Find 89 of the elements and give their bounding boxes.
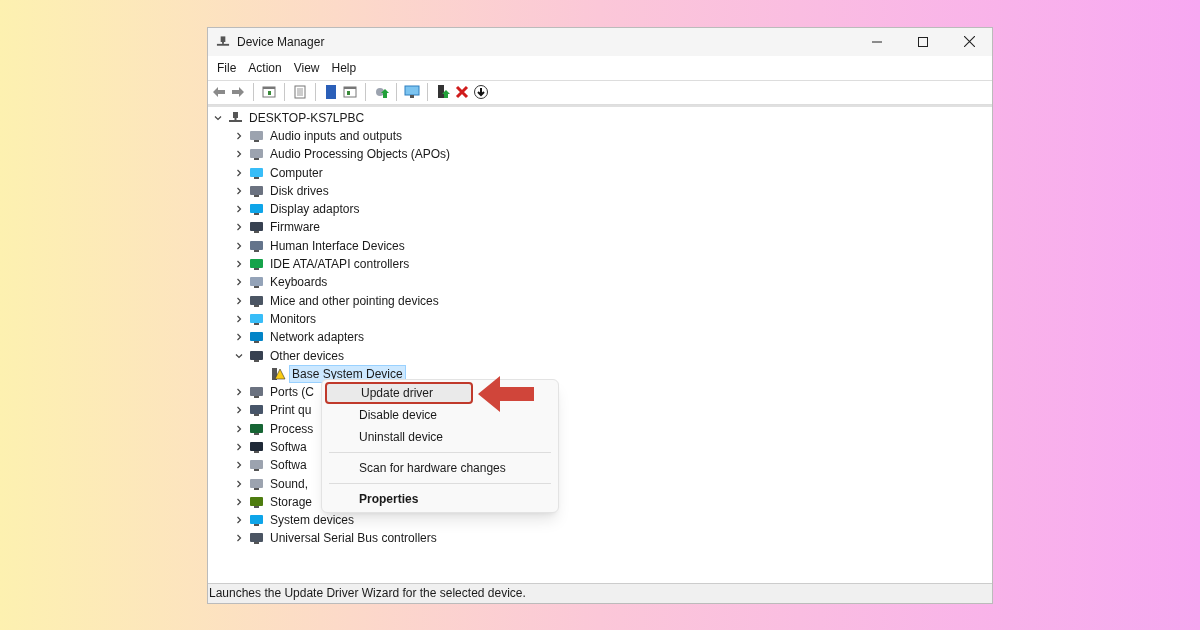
menu-item[interactable]: View <box>288 58 325 77</box>
menu-item[interactable]: Action <box>243 58 287 77</box>
computer-network-icon <box>216 34 230 49</box>
device-icon <box>249 275 264 290</box>
device-icon <box>249 220 264 235</box>
chevron-right-icon[interactable] <box>234 478 244 489</box>
device-icon <box>249 147 264 162</box>
menu-item[interactable]: File <box>212 58 242 77</box>
device-icon <box>249 403 264 418</box>
tree-item[interactable]: Display adaptors <box>267 200 363 219</box>
tree-item[interactable]: Human Interface Devices <box>267 236 408 255</box>
device-icon <box>249 311 264 326</box>
tree-item[interactable]: Ports (C <box>267 383 317 402</box>
device-icon <box>249 165 264 180</box>
tree-item[interactable]: Computer <box>267 163 326 182</box>
chevron-right-icon[interactable] <box>234 277 244 288</box>
chevron-right-icon[interactable] <box>234 423 244 434</box>
chevron-right-icon[interactable] <box>234 204 244 215</box>
tree-item[interactable]: Keyboards <box>267 273 331 292</box>
tree-item[interactable]: Softwa <box>267 456 310 475</box>
device-icon <box>249 513 264 528</box>
tree-item[interactable]: Audio inputs and outputs <box>267 126 406 145</box>
device-icon <box>249 494 264 509</box>
chevron-right-icon[interactable] <box>234 130 244 141</box>
chevron-right-icon[interactable] <box>234 185 244 196</box>
device-icon <box>249 531 264 546</box>
chevron-right-icon[interactable] <box>234 167 244 178</box>
chevron-right-icon[interactable] <box>234 222 244 233</box>
tree-item[interactable]: Disk drives <box>267 181 332 200</box>
tree-item[interactable]: Network adapters <box>267 328 368 347</box>
device-icon <box>249 385 264 400</box>
cross-icon[interactable] <box>454 84 470 100</box>
device-arrow-icon[interactable] <box>435 84 451 100</box>
tree-item[interactable]: Storage <box>267 492 316 511</box>
device-icon <box>249 257 264 271</box>
device-icon <box>249 183 264 198</box>
chevron-right-icon[interactable] <box>234 405 244 416</box>
close-icon <box>963 36 975 47</box>
context-menu-item[interactable]: Scan for hardware changes <box>325 451 555 479</box>
device-icon <box>249 348 264 363</box>
tree-item[interactable]: IDE ATA/ATAPI controllers <box>267 255 413 273</box>
chevron-right-icon[interactable] <box>234 387 244 398</box>
device-icon <box>249 330 264 345</box>
chevron-right-icon[interactable] <box>234 460 244 471</box>
tree-item[interactable]: Other devices <box>267 346 348 365</box>
tree-item[interactable]: Universal Serial Bus controllers <box>267 529 440 548</box>
tree-item[interactable]: Audio Processing Objects (APOs) <box>267 145 454 164</box>
device-icon <box>249 238 264 253</box>
tree-item[interactable]: System devices <box>267 511 358 530</box>
tree-item[interactable]: Print qu <box>267 401 315 420</box>
tree-item[interactable]: DESKTOP-KS7LPBC <box>246 108 368 127</box>
context-menu-item[interactable]: Disable device <box>325 403 555 426</box>
device-icon <box>249 128 264 143</box>
context-menu-item[interactable]: Uninstall device <box>325 425 555 448</box>
window-panel-icon[interactable] <box>261 84 277 100</box>
chevron-right-icon[interactable] <box>234 515 244 526</box>
chevron-right-icon[interactable] <box>234 240 244 251</box>
chevron-right-icon[interactable] <box>234 259 244 269</box>
status-text: Launches the Update Driver Wizard for the selected device. <box>209 585 526 602</box>
tree-item[interactable]: Mice and other pointing devices <box>267 291 442 310</box>
menu-item[interactable]: Help <box>326 58 362 77</box>
tree-item[interactable]: Sound, <box>267 474 312 493</box>
monitor-icon[interactable] <box>404 84 420 100</box>
maximize-icon <box>918 36 928 47</box>
tree-item[interactable]: Firmware <box>267 218 323 237</box>
chevron-right-icon[interactable] <box>234 313 244 324</box>
device-icon <box>249 202 264 217</box>
device-icon <box>249 421 264 436</box>
chevron-right-icon[interactable] <box>234 332 244 343</box>
chevron-right-icon[interactable] <box>234 442 244 452</box>
tree-item[interactable]: Softwa <box>267 438 310 456</box>
window-title: Device Manager <box>237 33 325 51</box>
forward-arrow-icon[interactable] <box>230 84 246 100</box>
download-icon[interactable] <box>473 84 489 100</box>
chevron-right-icon[interactable] <box>234 533 244 544</box>
context-menu-item[interactable]: Properties <box>325 482 555 510</box>
chevron-right-icon[interactable] <box>234 496 244 507</box>
tree-item[interactable]: Monitors <box>267 309 319 328</box>
chevron-right-icon[interactable] <box>234 295 244 306</box>
tree-item[interactable]: Base System Device <box>289 364 406 383</box>
computer-network-icon <box>228 110 243 125</box>
chevron-right-icon[interactable] <box>234 149 244 160</box>
device-icon <box>249 440 264 454</box>
device-icon <box>249 458 264 473</box>
device-icon <box>249 293 264 308</box>
pointer-arrow <box>478 375 534 412</box>
tree-item[interactable]: Process <box>267 419 317 438</box>
device-icon <box>249 476 264 491</box>
window-panel-icon[interactable] <box>342 84 358 100</box>
